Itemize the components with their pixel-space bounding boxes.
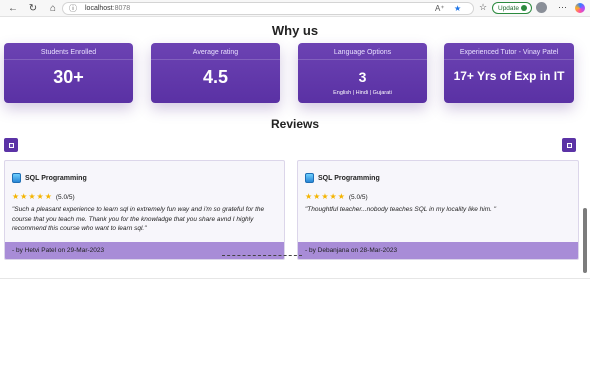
why-us-heading: Why us: [271, 23, 319, 38]
review-text: "Thoughtful teacher...nobody teaches SQL…: [305, 206, 497, 213]
divider: [298, 59, 427, 60]
refresh-icon[interactable]: ↻: [26, 1, 40, 15]
rating-stars: ★ ★ ★ ★ ★ (5.0/5): [305, 193, 368, 201]
page-scrollbar[interactable]: [583, 138, 588, 278]
review-text: "Such a pleasant experience to learn sql…: [12, 206, 265, 232]
review-card: SQL Programming ★ ★ ★ ★ ★ (5.0/5) "Such …: [4, 160, 285, 260]
stat-card-tutor: Experienced Tutor - Vinay Patel 17+ Yrs …: [444, 43, 574, 103]
course-title: SQL Programming: [318, 174, 380, 182]
scrollbar-thumb[interactable]: [583, 208, 587, 273]
update-icon: [520, 5, 527, 11]
stat-card-languages: Language Options 3 English | Hindi | Guj…: [298, 43, 427, 103]
database-icon: [305, 173, 314, 183]
stat-value: 30+: [53, 67, 84, 87]
star-icon: ★: [44, 192, 52, 201]
course-title: SQL Programming: [25, 174, 87, 182]
star-icon: ★: [313, 192, 321, 201]
page-content: Why us Students Enrolled 30+ Average rat…: [0, 18, 590, 280]
stat-label: Students Enrolled: [40, 49, 97, 56]
profile-avatar[interactable]: [536, 2, 547, 13]
favorite-star-icon[interactable]: ★: [454, 4, 461, 13]
stat-card-students: Students Enrolled 30+: [4, 43, 133, 103]
copilot-icon[interactable]: [575, 3, 585, 13]
star-icon: ★: [329, 192, 337, 201]
stat-label: Language Options: [333, 49, 392, 56]
stat-label: Average rating: [192, 49, 239, 56]
page-bottom-divider: [0, 278, 590, 279]
read-aloud-icon[interactable]: A⁺: [435, 4, 445, 13]
carousel-indicators[interactable]: [222, 255, 302, 257]
favorites-icon[interactable]: ☆: [479, 2, 487, 13]
review-card: SQL Programming ★ ★ ★ ★ ★ (5.0/5) "Thoug…: [297, 160, 579, 260]
rating-score: (5.0/5): [55, 193, 75, 201]
stat-label: Experienced Tutor - Vinay Patel: [459, 49, 559, 56]
star-icon: ★: [305, 192, 313, 201]
stat-value: 17+ Yrs of Exp in IT: [453, 69, 565, 83]
star-icon: ★: [337, 192, 345, 201]
prev-icon: [8, 142, 14, 148]
rating-stars: ★ ★ ★ ★ ★ (5.0/5): [12, 193, 75, 201]
address-bar[interactable]: ⓘ localhost:8078 A⁺ ★: [62, 2, 474, 15]
star-icon: ★: [321, 192, 329, 201]
url-port: :8078: [112, 5, 131, 12]
divider: [4, 59, 133, 60]
more-menu-icon[interactable]: ⋯: [558, 2, 567, 13]
star-icon: ★: [20, 192, 28, 201]
divider: [444, 59, 574, 60]
info-icon[interactable]: ⓘ: [67, 3, 79, 14]
stat-value: 4.5: [202, 67, 229, 87]
url-text: localhost:8078: [85, 5, 130, 12]
star-icon: ★: [28, 192, 36, 201]
carousel-next-button[interactable]: [562, 138, 576, 152]
url-host: localhost: [85, 5, 113, 12]
browser-toolbar: ← ↻ ⌂ ⓘ localhost:8078 A⁺ ★ ☆ Update ⋯: [0, 0, 590, 17]
carousel-prev-button[interactable]: [4, 138, 18, 152]
divider: [151, 59, 280, 60]
reviews-heading: Reviews: [270, 117, 320, 131]
stat-card-rating: Average rating 4.5: [151, 43, 280, 103]
review-footer: - by Debanjana on 28-Mar-2023: [298, 242, 578, 259]
home-icon[interactable]: ⌂: [46, 1, 60, 15]
back-icon[interactable]: ←: [6, 1, 20, 15]
star-icon: ★: [12, 192, 20, 201]
database-icon: [12, 173, 21, 183]
stat-sub: English | Hindi | Gujarati: [333, 90, 392, 96]
next-icon: [566, 142, 572, 148]
update-label: Update: [498, 4, 519, 12]
update-button[interactable]: Update: [492, 2, 532, 14]
rating-score: (5.0/5): [348, 193, 368, 201]
stat-value: 3: [358, 69, 367, 85]
review-course: SQL Programming: [12, 173, 87, 183]
review-course: SQL Programming: [305, 173, 380, 183]
star-icon: ★: [36, 192, 44, 201]
